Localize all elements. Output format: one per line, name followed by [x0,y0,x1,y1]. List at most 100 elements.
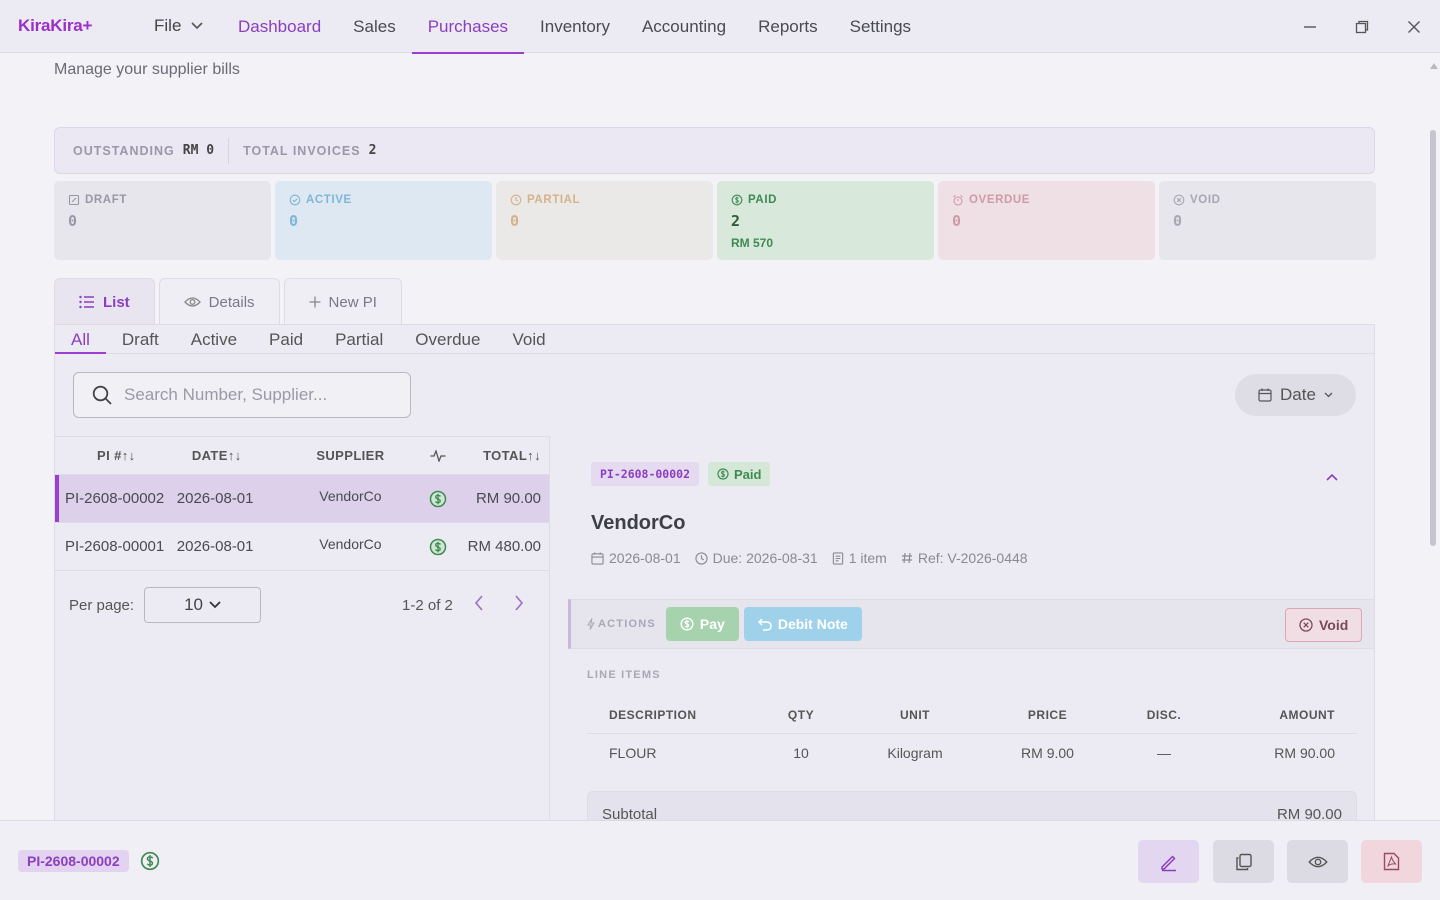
nav-dashboard[interactable]: Dashboard [222,0,337,53]
active-status-icon [289,194,301,206]
summary-divider [228,137,230,164]
nav-accounting[interactable]: Accounting [626,0,742,53]
filter-tab-overdue[interactable]: Overdue [399,325,496,353]
per-page-select[interactable]: 10 [144,587,262,623]
meta-ref-text: Ref: V-2026-0448 [917,550,1028,566]
detail-badges: PI-2608-00002 Paid [591,462,771,486]
void-status-icon [1173,194,1185,206]
filter-tab-partial[interactable]: Partial [319,325,399,353]
eye-icon [183,297,201,307]
tab-details-label: Details [208,293,255,311]
status-card-label: PAID [731,194,920,206]
void-button-label: Void [1319,617,1349,633]
col-pi-number[interactable]: PI #↑↓ [55,448,175,463]
draft-status-icon [68,194,80,206]
tab-new-pi[interactable]: New PI [283,278,402,325]
pagination: Per page: 10 1-2 of 2 [69,587,539,623]
li-amount: RM 90.00 [1274,745,1335,761]
filter-tab-void[interactable]: Void [496,325,561,353]
nav-purchases[interactable]: Purchases [411,0,525,54]
li-col-disc: DISC. [1146,707,1182,722]
invoice-list: PI #↑↓ DATE↑↓ SUPPLIER TOTAL↑↓ PI-2608-0… [55,436,550,826]
date-filter-label: Date [1280,385,1316,404]
status-card-void[interactable]: VOID 0 [1159,181,1376,260]
status-card-label: VOID [1173,194,1362,206]
detail-supplier-name: VendorCo [591,512,686,534]
cell-pi-number: PI-2608-00002 [65,490,165,507]
meta-date: 2026-08-01 [591,550,681,566]
view-tabs: List Details New PI [54,278,402,325]
void-button[interactable]: Void [1285,608,1363,642]
plus-icon [309,296,321,308]
prev-page-button[interactable] [474,595,484,615]
date-filter-button[interactable]: Date [1235,374,1356,416]
pdf-file-icon [1383,852,1400,871]
line-items-title: LINE ITEMS [587,669,661,681]
tab-details[interactable]: Details [158,278,280,325]
collapse-button[interactable] [1326,468,1338,486]
file-menu[interactable]: File [154,16,203,36]
search-input[interactable] [124,385,384,405]
chevron-down-icon [1324,392,1333,398]
status-card-overdue[interactable]: OVERDUE 0 [938,181,1155,260]
calendar-icon [591,551,604,565]
next-page-button[interactable] [514,595,524,615]
nav-inventory[interactable]: Inventory [524,0,626,53]
status-card-active[interactable]: ACTIVE 0 [275,181,492,260]
dollar-circle-icon [680,617,694,631]
scrollbar-thumb[interactable] [1430,130,1436,546]
nav-reports[interactable]: Reports [742,0,834,53]
pay-button[interactable]: Pay [665,607,739,641]
col-status [418,449,458,462]
dollar-circle-icon [429,538,447,555]
li-col-amount: AMOUNT [1279,707,1335,722]
filter-tab-active[interactable]: Active [175,325,253,353]
duplicate-button[interactable] [1213,840,1274,883]
scroll-up-arrow[interactable] [1430,56,1438,74]
pdf-button[interactable] [1361,840,1422,883]
filter-tab-paid[interactable]: Paid [253,325,319,353]
copy-icon [1235,853,1252,870]
table-row[interactable]: PI-2608-00001 2026-08-01 VendorCo RM 480.00 [55,523,549,571]
activity-icon [430,449,446,462]
status-card-draft[interactable]: DRAFT 0 [54,181,271,260]
debit-note-button[interactable]: Debit Note [743,607,862,641]
preview-button[interactable] [1287,840,1348,883]
actions-label-text: ACTIONS [598,618,656,630]
col-date[interactable]: DATE↑↓ [175,448,283,463]
table-row[interactable]: PI-2608-00002 2026-08-01 VendorCo RM 90.00 [55,475,549,523]
li-col-price: PRICE [1027,707,1068,722]
status-card-label: DRAFT [68,194,257,206]
list-header: PI #↑↓ DATE↑↓ SUPPLIER TOTAL↑↓ [55,437,549,475]
invoice-detail: PI-2608-00002 Paid VendorCo 2026-08-01 D… [568,436,1374,831]
debit-note-button-label: Debit Note [777,616,848,632]
edit-button[interactable] [1138,840,1199,883]
document-icon [832,551,843,565]
status-card-count: 2 [731,212,741,230]
cell-date: 2026-08-01 [176,538,254,555]
cell-supplier: VendorCo [319,487,382,504]
nav-settings[interactable]: Settings [834,0,927,53]
status-card-paid[interactable]: PAID 2 RM 570 [717,181,934,260]
pay-button-label: Pay [699,616,725,632]
search-box [73,372,411,418]
meta-items-text: 1 item [848,550,887,566]
nav-sales[interactable]: Sales [337,0,412,53]
line-items-table: DESCRIPTION QTY UNIT PRICE DISC. AMOUNT … [587,696,1357,772]
x-circle-icon [1299,618,1313,632]
filter-tab-draft[interactable]: Draft [106,325,175,353]
filter-tab-all[interactable]: All [55,325,106,354]
col-supplier: SUPPLIER [316,448,385,463]
status-card-partial[interactable]: PARTIAL 0 [496,181,713,260]
restore-button[interactable] [1349,14,1375,40]
close-button[interactable] [1401,14,1427,40]
li-col-unit: UNIT [900,707,930,722]
calendar-icon [1258,388,1272,402]
col-total[interactable]: TOTAL↑↓ [458,448,549,463]
actions-label: ACTIONS [587,618,656,630]
clock-icon [694,551,708,565]
tab-list[interactable]: List [54,278,155,325]
status-card-amount: RM 570 [731,236,774,250]
status-card-label-text: PAID [748,194,778,206]
minimize-button[interactable] [1297,14,1323,40]
